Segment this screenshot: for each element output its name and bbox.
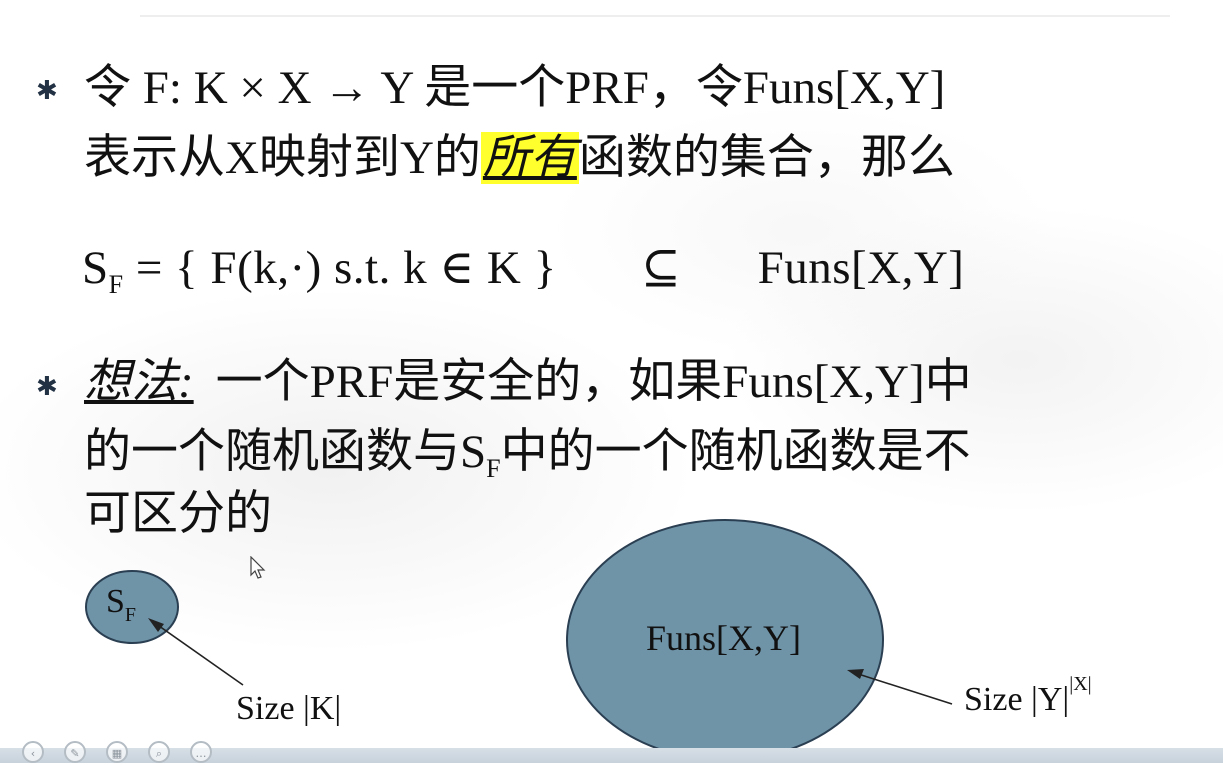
mouse-pointer-icon [250,556,266,579]
zoom-icon[interactable]: ⌕ [148,741,170,763]
pen-icon[interactable]: ✎ [64,741,86,763]
slides-icon[interactable]: ▦ [106,741,128,763]
set-diagram [85,519,953,761]
previous-icon[interactable]: ‹ [22,741,44,763]
presentation-toolbar [0,748,1223,763]
funs-ellipse-label: Funs[X,Y] [646,618,802,658]
sf-ellipse-label: SF [106,583,137,626]
sf-size-arrow [151,620,244,686]
more-icon[interactable]: … [190,741,212,763]
sf-size-label: Size |K| [236,690,342,727]
funs-size-label: Size |Y||X| [964,673,1092,718]
